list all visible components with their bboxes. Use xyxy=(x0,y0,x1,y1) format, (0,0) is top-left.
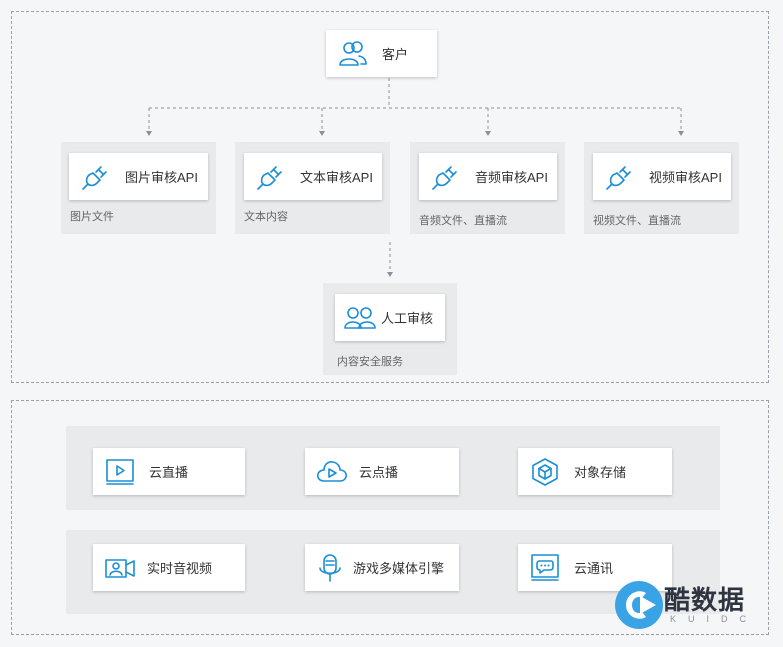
users-icon xyxy=(343,301,377,335)
audio-api-card[interactable]: 音频审核API xyxy=(419,153,557,200)
watermark: 酷数据 KUIDC xyxy=(612,574,772,634)
plug-icon xyxy=(79,160,113,194)
plug-icon xyxy=(429,160,463,194)
watermark-logo-icon xyxy=(615,581,663,629)
text-api-label: 文本审核API xyxy=(300,170,373,185)
rtc-label: 实时音视频 xyxy=(147,561,213,576)
gme-card[interactable]: 游戏多媒体引擎 xyxy=(305,544,459,591)
video-api-sub: 视频文件、直播流 xyxy=(593,215,681,227)
live-card[interactable]: 云直播 xyxy=(93,448,245,495)
audio-api-label: 音频审核API xyxy=(475,170,548,185)
text-api-sub: 文本内容 xyxy=(244,211,288,223)
vod-label: 云点播 xyxy=(359,465,399,480)
image-api-card[interactable]: 图片审核API xyxy=(69,153,208,200)
watermark-title: 酷数据 xyxy=(664,585,746,615)
storage-label: 对象存储 xyxy=(574,465,627,480)
plug-icon xyxy=(603,160,637,194)
cube-icon xyxy=(528,455,562,489)
client-card[interactable]: 客户 xyxy=(326,30,437,77)
audio-api-sub: 音频文件、直播流 xyxy=(419,215,507,227)
image-api-sub: 图片文件 xyxy=(70,211,114,223)
storage-card[interactable]: 对象存储 xyxy=(518,448,672,495)
live-icon xyxy=(103,455,137,489)
manual-review-sub: 内容安全服务 xyxy=(337,356,403,368)
plug-icon xyxy=(254,160,288,194)
microphone-icon xyxy=(313,551,347,585)
live-label: 云直播 xyxy=(149,465,189,480)
video-api-label: 视频审核API xyxy=(649,170,722,185)
manual-review-label: 人工审核 xyxy=(381,311,434,326)
users-icon xyxy=(336,37,370,71)
rtc-card[interactable]: 实时音视频 xyxy=(93,544,245,591)
watermark-sub: KUIDC xyxy=(670,614,759,624)
client-label: 客户 xyxy=(382,47,409,62)
image-api-label: 图片审核API xyxy=(125,170,198,185)
video-camera-icon xyxy=(103,551,137,585)
chat-monitor-icon xyxy=(528,551,562,585)
cloud-play-icon xyxy=(315,455,349,489)
video-api-card[interactable]: 视频审核API xyxy=(593,153,731,200)
im-label: 云通讯 xyxy=(574,561,614,576)
gme-label: 游戏多媒体引擎 xyxy=(353,561,445,576)
text-api-card[interactable]: 文本审核API xyxy=(244,153,382,200)
manual-review-card[interactable]: 人工审核 xyxy=(335,294,445,341)
vod-card[interactable]: 云点播 xyxy=(305,448,459,495)
